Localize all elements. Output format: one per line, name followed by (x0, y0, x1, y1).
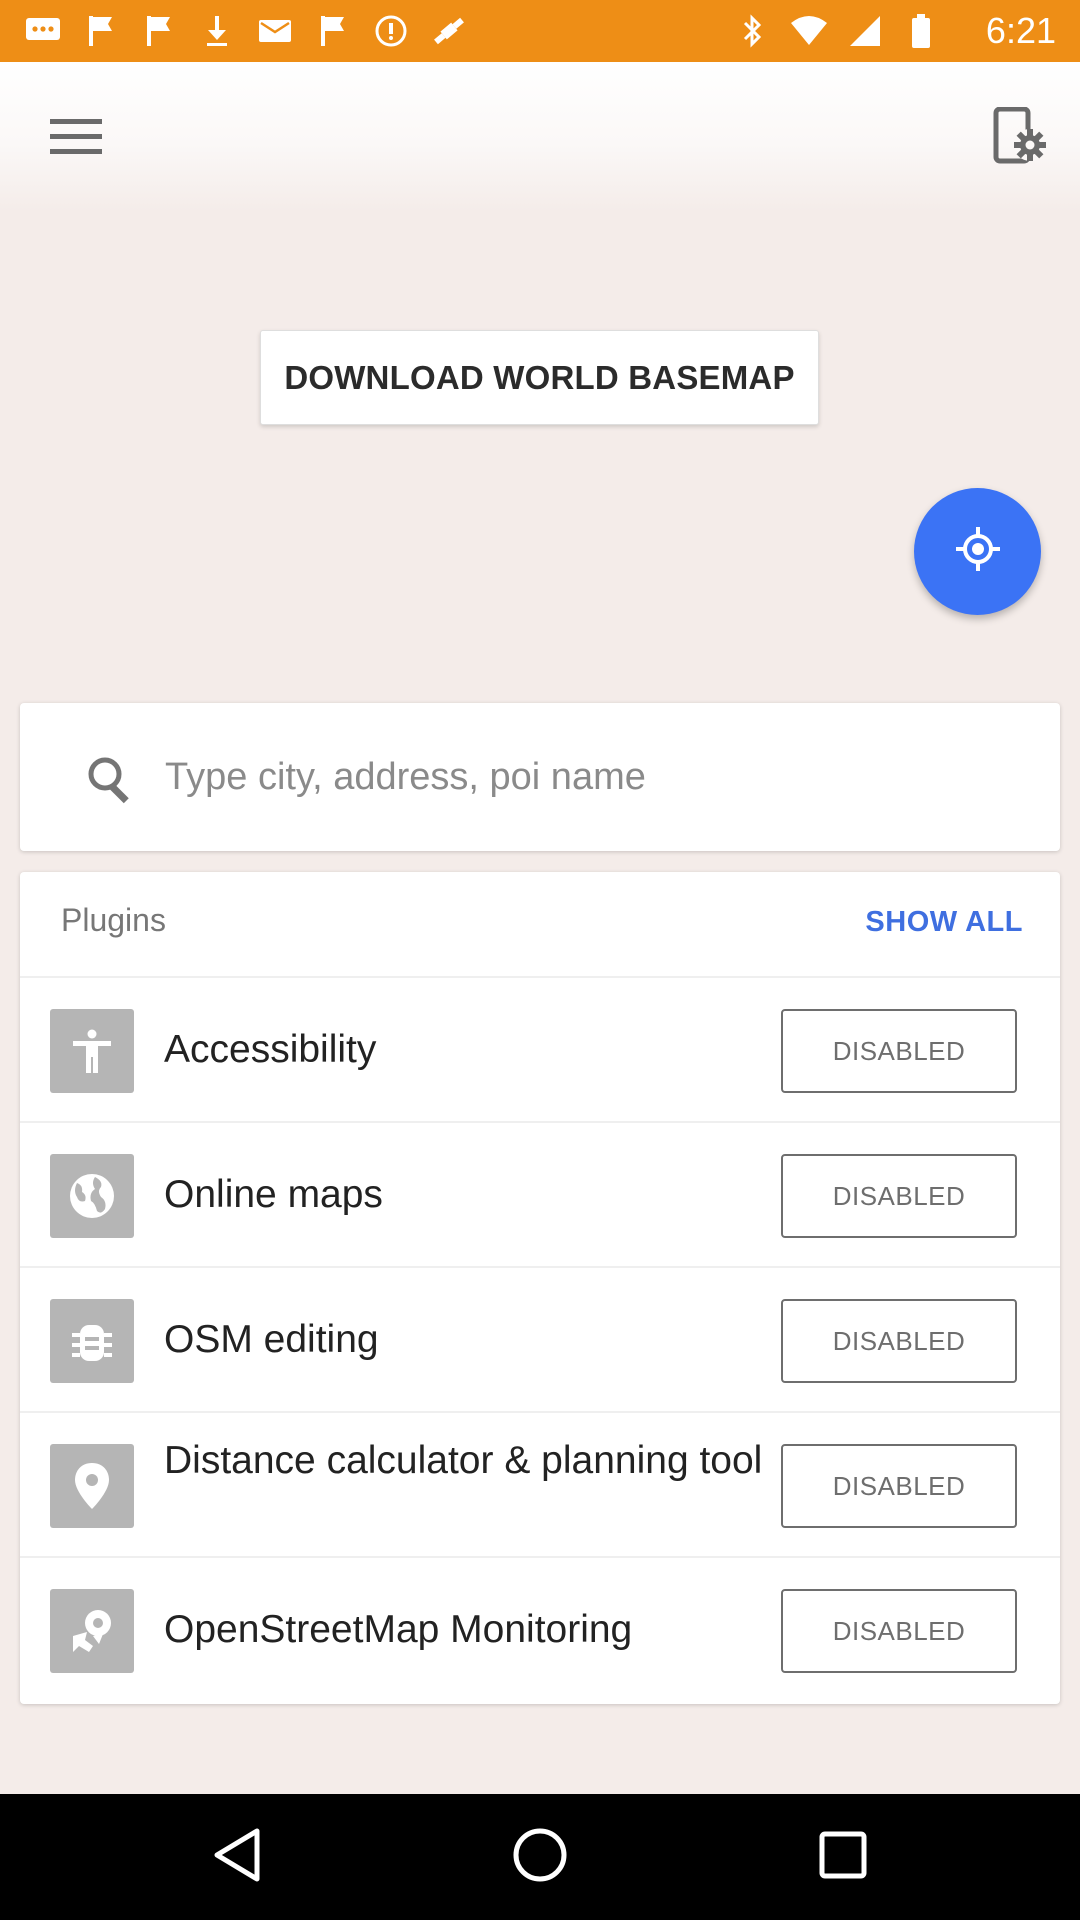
plugin-status-button[interactable]: DISABLED (781, 1444, 1017, 1528)
plugin-row-accessibility[interactable]: Accessibility DISABLED (20, 978, 1060, 1123)
bluetooth-icon (734, 12, 772, 50)
plugin-name: Distance calculator & planning tool (164, 1439, 763, 1482)
plugin-status-button[interactable]: DISABLED (781, 1009, 1017, 1093)
download-world-basemap-button[interactable]: DOWNLOAD WORLD BASEMAP (260, 330, 819, 425)
plugin-status-button[interactable]: DISABLED (781, 1154, 1017, 1238)
circle-icon (372, 12, 410, 50)
flag-icon (82, 12, 120, 50)
notification-icons (24, 12, 468, 50)
device-settings-icon (992, 106, 1048, 170)
flag-icon (140, 12, 178, 50)
wifi-icon (790, 12, 828, 50)
location-pin-icon (50, 1444, 134, 1528)
plugins-card: Plugins SHOW ALL Accessibility DISABLED … (20, 872, 1060, 1704)
my-location-icon (953, 524, 1003, 579)
recents-icon (818, 1830, 868, 1885)
search-input[interactable] (165, 737, 1025, 817)
my-location-button[interactable] (914, 488, 1041, 615)
plugins-header: Plugins SHOW ALL (20, 872, 1060, 978)
search-card (20, 703, 1060, 851)
signal-icon (846, 12, 884, 50)
plugin-row-osm-editing[interactable]: OSM editing DISABLED (20, 1268, 1060, 1413)
plugin-name: OSM editing (164, 1318, 379, 1361)
plugin-row-osm-monitoring[interactable]: OpenStreetMap Monitoring DISABLED (20, 1558, 1060, 1703)
status-time: 6:21 (985, 10, 1056, 51)
mail-icon (256, 12, 294, 50)
status-bar: 6:21 (0, 0, 1080, 62)
plugins-title: Plugins (61, 902, 166, 938)
battery-icon (902, 12, 940, 50)
monitoring-icon (50, 1589, 134, 1673)
plugin-name: OpenStreetMap Monitoring (164, 1608, 633, 1651)
plugin-status-button[interactable]: DISABLED (781, 1589, 1017, 1673)
message-icon (24, 12, 62, 50)
search-icon (84, 753, 136, 805)
back-button[interactable] (198, 1818, 276, 1896)
plugin-name: Accessibility (164, 1028, 377, 1071)
menu-button[interactable] (40, 102, 112, 174)
navigation-bar (0, 1794, 1080, 1920)
download-icon (198, 12, 236, 50)
accessibility-icon (50, 1009, 134, 1093)
system-icons (734, 12, 940, 50)
menu-icon (48, 115, 104, 162)
back-icon (211, 1827, 263, 1888)
flag-icon (314, 12, 352, 50)
recents-button[interactable] (804, 1818, 882, 1896)
top-bar (0, 62, 1080, 212)
device-settings-button[interactable] (984, 102, 1056, 174)
home-icon (512, 1827, 568, 1888)
plugin-row-online-maps[interactable]: Online maps DISABLED (20, 1123, 1060, 1268)
bug-icon (50, 1299, 134, 1383)
fake-gps-icon (430, 12, 468, 50)
plugin-status-button[interactable]: DISABLED (781, 1299, 1017, 1383)
globe-icon (50, 1154, 134, 1238)
plugin-name: Online maps (164, 1173, 383, 1216)
show-all-button[interactable]: SHOW ALL (865, 906, 1023, 939)
plugin-row-distance-calculator[interactable]: Distance calculator & planning tool DISA… (20, 1413, 1060, 1558)
home-button[interactable] (501, 1818, 579, 1896)
